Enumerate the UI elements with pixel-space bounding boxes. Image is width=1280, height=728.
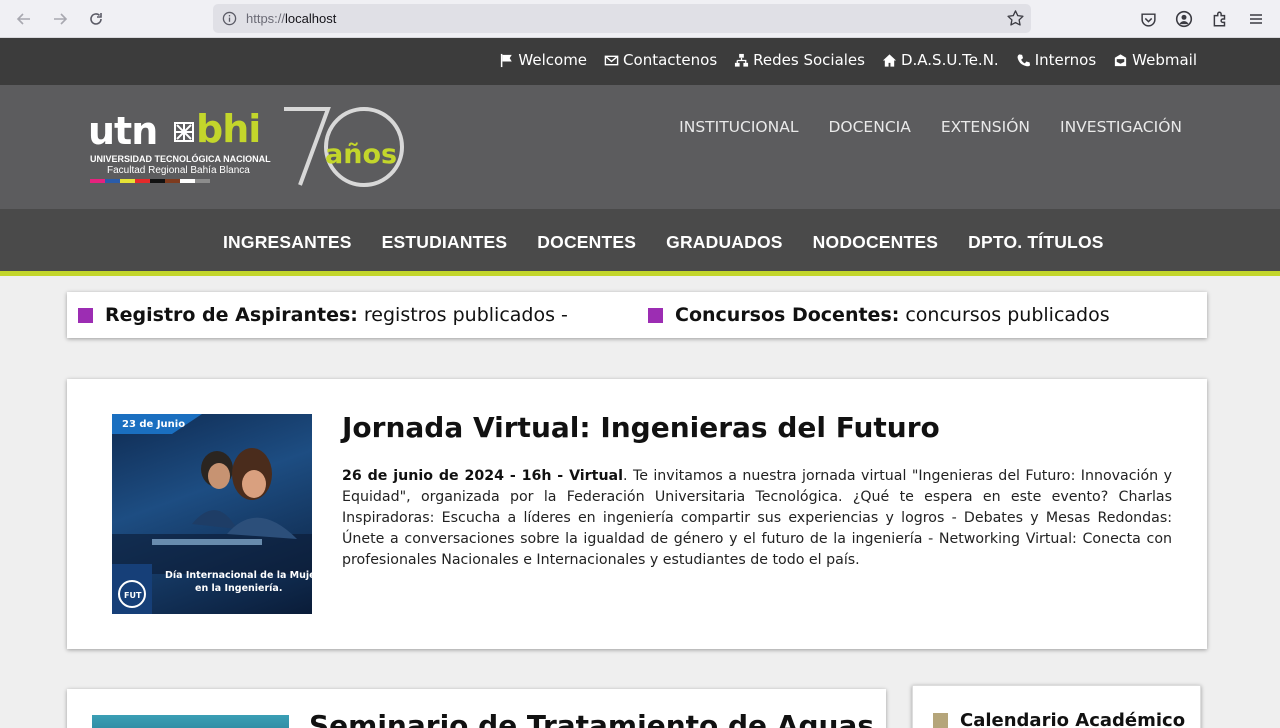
site-header: utn bhi UNIVERSIDAD TECNOLÓGICA NACIONAL… — [0, 85, 1280, 209]
logo-faculty: Facultad Regional Bahía Blanca — [107, 165, 250, 176]
image-caption-line1: Día Internacional de la Mujer — [165, 570, 312, 581]
logo-bhi: bhi — [196, 107, 261, 151]
featured-article-title[interactable]: Jornada Virtual: Ingenieras del Futuro — [342, 411, 940, 444]
nav-institucional[interactable]: INSTITUCIONAL — [679, 118, 798, 136]
notice-title: Registro de Aspirantes: — [105, 304, 358, 326]
logo-anos: años — [325, 139, 397, 170]
reload-icon — [90, 13, 102, 25]
second-article: Seminario de Tratamiento de Aguas — [67, 689, 886, 728]
nav-investigacion[interactable]: INVESTIGACIÓN — [1060, 118, 1182, 136]
notice-text: concursos publicados — [905, 304, 1110, 326]
calendar-title[interactable]: Calendario Académico — [933, 710, 1185, 728]
notice-bullet — [78, 307, 93, 323]
logo-color-stripes — [90, 179, 210, 183]
featured-article: 23 de Junio FUT Día Internacional de la … — [67, 379, 1207, 649]
notice-concursos[interactable]: Concursos Docentes: concursos publicados — [648, 304, 1110, 326]
secnav-titulos[interactable]: DPTO. TÍTULOS — [968, 232, 1103, 253]
secnav-nodocentes[interactable]: NODOCENTES — [813, 232, 938, 253]
browser-toolbar: https://localhost — [0, 0, 1280, 38]
toplink-social[interactable]: Redes Sociales — [734, 49, 865, 71]
toplink-dasuten[interactable]: D.A.S.U.Te.N. — [882, 49, 999, 71]
back-button[interactable] — [12, 7, 36, 31]
network-icon — [735, 53, 749, 67]
toplink-label: D.A.S.U.Te.N. — [900, 51, 999, 69]
logo-70-anos: años — [284, 107, 404, 187]
engineers-illustration: 23 de Junio FUT Día Internacional de la … — [112, 414, 312, 614]
star-icon[interactable] — [1006, 9, 1025, 28]
featured-article-body: 26 de junio de 2024 - 16h - Virtual. Te … — [342, 466, 1172, 571]
fut-badge: FUT — [124, 591, 142, 600]
second-article-title[interactable]: Seminario de Tratamiento de Aguas — [309, 709, 874, 728]
secondary-nav-items: INGRESANTES ESTUDIANTES DOCENTES GRADUAD… — [223, 232, 1104, 253]
secondary-nav: INGRESANTES ESTUDIANTES DOCENTES GRADUAD… — [0, 209, 1280, 276]
notice-title: Concursos Docentes: — [675, 304, 900, 326]
account-icon[interactable] — [1173, 8, 1195, 30]
mail-box-icon — [1115, 53, 1127, 66]
arrow-left-icon — [16, 13, 30, 25]
toplink-webmail[interactable]: Webmail — [1113, 49, 1197, 71]
logo-university: UNIVERSIDAD TECNOLÓGICA NACIONAL — [90, 154, 271, 164]
logo-utn: utn — [88, 109, 158, 153]
image-date-tag: 23 de Junio — [122, 419, 185, 430]
calendar-title-text: Calendario Académico — [960, 710, 1186, 728]
notice-bullet — [648, 307, 663, 323]
phone-icon — [1017, 53, 1030, 66]
toplink-internos[interactable]: Internos — [1016, 49, 1096, 71]
logo-knot-icon — [174, 122, 194, 142]
toplink-welcome[interactable]: Welcome — [499, 49, 587, 71]
notice-registro[interactable]: Registro de Aspirantes: registros public… — [78, 304, 568, 326]
toplink-label: Welcome — [518, 51, 588, 69]
featured-article-date: 26 de junio de 2024 - 16h - Virtual — [342, 468, 623, 484]
secnav-ingresantes[interactable]: INGRESANTES — [223, 232, 352, 253]
toplink-contact[interactable]: Contactenos — [604, 49, 717, 71]
url-text[interactable]: https://localhost — [246, 11, 336, 26]
arrow-right-icon — [54, 13, 68, 25]
toplink-label: Internos — [1034, 51, 1097, 69]
secnav-docentes[interactable]: DOCENTES — [537, 232, 636, 253]
featured-article-image[interactable]: 23 de Junio FUT Día Internacional de la … — [112, 414, 312, 614]
envelope-icon — [604, 55, 619, 65]
second-article-image[interactable] — [92, 715, 289, 728]
extensions-icon[interactable] — [1209, 8, 1231, 30]
secnav-graduados[interactable]: GRADUADOS — [666, 232, 783, 253]
image-caption-line2: en la Ingeniería. — [195, 583, 282, 594]
url-bar[interactable]: https://localhost — [213, 4, 1031, 33]
nav-docencia[interactable]: DOCENCIA — [828, 118, 910, 136]
top-links: Welcome Contactenos Redes Sociales D.A.S… — [499, 49, 1197, 71]
toplink-label: Redes Sociales — [753, 51, 865, 69]
calendar-bullet — [933, 713, 948, 728]
pocket-icon[interactable] — [1137, 8, 1159, 30]
menu-icon[interactable] — [1245, 8, 1267, 30]
reload-button[interactable] — [84, 7, 108, 31]
url-protocol: https:// — [246, 11, 286, 26]
main-nav: INSTITUCIONAL DOCENCIA EXTENSIÓN INVESTI… — [679, 118, 1182, 136]
flag-icon — [501, 53, 513, 67]
notice-text: registros publicados - — [363, 304, 568, 326]
top-links-bar: Welcome Contactenos Redes Sociales D.A.S… — [0, 38, 1280, 85]
secnav-estudiantes[interactable]: ESTUDIANTES — [382, 232, 508, 253]
notices-bar: Registro de Aspirantes: registros public… — [67, 292, 1207, 338]
url-host: localhost — [285, 11, 337, 26]
site-logo[interactable]: utn bhi UNIVERSIDAD TECNOLÓGICA NACIONAL… — [88, 107, 410, 189]
info-icon[interactable] — [221, 10, 238, 27]
calendar-widget: Calendario Académico — [912, 685, 1201, 728]
nav-extension[interactable]: EXTENSIÓN — [941, 118, 1030, 136]
home-icon — [882, 53, 897, 67]
toplink-label: Contactenos — [623, 51, 718, 69]
forward-button[interactable] — [48, 7, 72, 31]
toplink-label: Webmail — [1132, 51, 1197, 69]
